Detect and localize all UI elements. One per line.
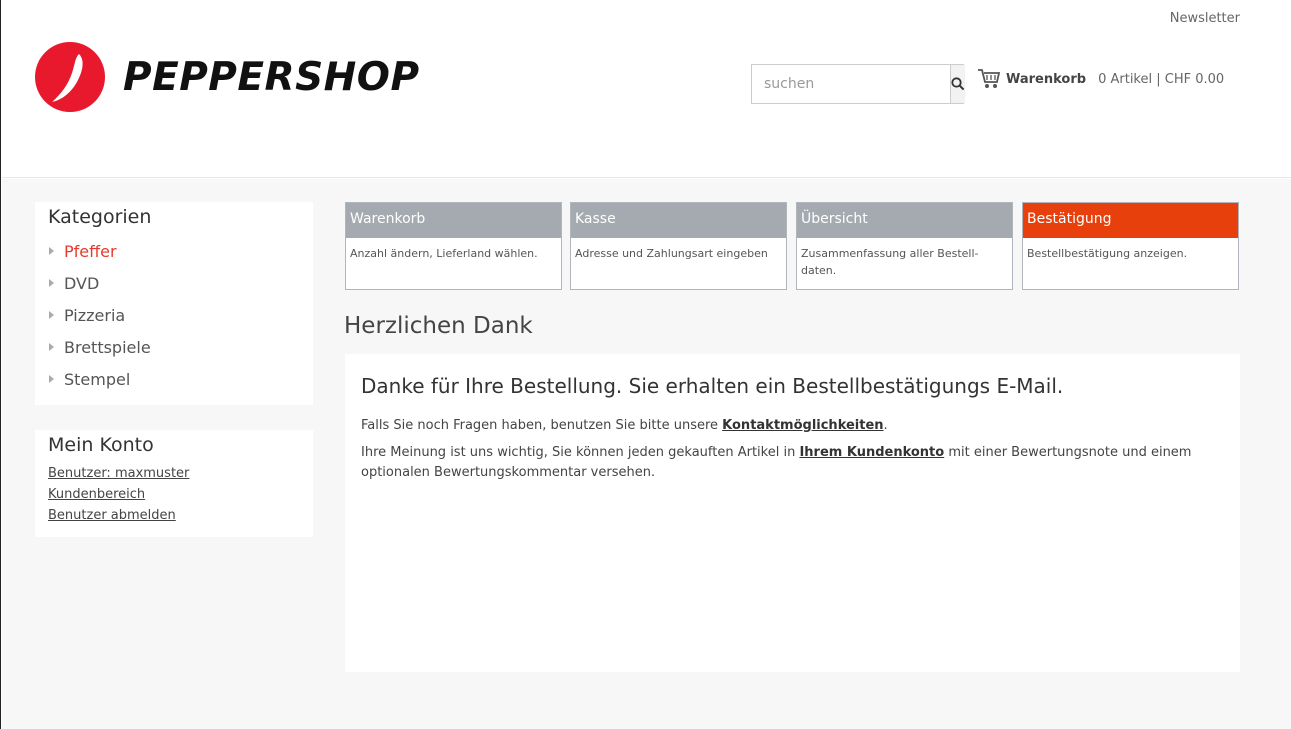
category-label: DVD bbox=[64, 273, 100, 293]
triangle-right-icon bbox=[49, 311, 54, 319]
review-text: Ihre Meinung ist uns wichtig, Sie können… bbox=[361, 445, 800, 460]
triangle-right-icon bbox=[49, 279, 54, 287]
step-warenkorb[interactable]: Warenkorb Anzahl ändern, Lieferland wähl… bbox=[345, 202, 562, 290]
logout-link[interactable]: Benutzer abmelden bbox=[48, 505, 300, 526]
site-header: Newsletter PEPPERSHOP suchen Warenkorb 0… bbox=[2, 0, 1291, 178]
shop-logo[interactable]: PEPPERSHOP bbox=[35, 42, 420, 112]
category-label: Pizzeria bbox=[64, 305, 126, 325]
contact-text-end: . bbox=[883, 418, 888, 433]
contact-paragraph: Falls Sie noch Fragen haben, benutzen Si… bbox=[361, 416, 1224, 436]
step-title: Kasse bbox=[571, 203, 786, 238]
contact-link[interactable]: Kontaktmöglichkeiten bbox=[722, 418, 883, 433]
category-item-pfeffer[interactable]: Pfeffer bbox=[48, 235, 300, 267]
page-title: Herzlichen Dank bbox=[344, 313, 533, 339]
step-bestaetigung: Bestätigung Bestellbestätigung anzeigen. bbox=[1022, 202, 1239, 290]
categories-box: Kategorien Pfeffer DVD Pizzeria Brettspi… bbox=[35, 202, 313, 405]
step-title: Bestätigung bbox=[1023, 203, 1238, 238]
categories-title: Kategorien bbox=[48, 206, 152, 228]
step-kasse[interactable]: Kasse Adresse und Zahlungsart eingeben bbox=[570, 202, 787, 290]
search-bar bbox=[751, 64, 965, 104]
step-description: Zusammenfassung aller Bestell-daten. bbox=[801, 247, 979, 277]
account-links: Benutzer: maxmuster Kundenbereich Benutz… bbox=[48, 463, 300, 526]
confirmation-heading: Danke für Ihre Bestellung. Sie erhalten … bbox=[361, 374, 1064, 398]
search-icon bbox=[951, 77, 965, 91]
account-title: Mein Konto bbox=[48, 434, 154, 456]
category-list: Pfeffer DVD Pizzeria Brettspiele Stempel bbox=[48, 235, 300, 395]
newsletter-link[interactable]: Newsletter bbox=[1170, 11, 1240, 26]
mini-cart[interactable]: Warenkorb 0 Artikel | CHF 0.00 bbox=[977, 68, 1224, 90]
step-description: Adresse und Zahlungsart eingeben bbox=[575, 247, 768, 260]
page-frame: Newsletter PEPPERSHOP suchen Warenkorb 0… bbox=[0, 0, 1291, 729]
category-label: Brettspiele bbox=[64, 337, 151, 357]
logo-text: PEPPERSHOP bbox=[123, 54, 420, 100]
triangle-right-icon bbox=[49, 375, 54, 383]
step-title: Warenkorb bbox=[346, 203, 561, 238]
step-description: Bestellbestätigung anzeigen. bbox=[1027, 247, 1188, 260]
step-description: Anzahl ändern, Lieferland wählen. bbox=[350, 247, 538, 260]
triangle-right-icon bbox=[49, 247, 54, 255]
cart-summary: 0 Artikel | CHF 0.00 bbox=[1098, 71, 1225, 87]
page-content: Kategorien Pfeffer DVD Pizzeria Brettspi… bbox=[2, 179, 1291, 729]
category-item-pizzeria[interactable]: Pizzeria bbox=[48, 299, 300, 331]
category-label: Stempel bbox=[64, 369, 131, 389]
customer-account-link[interactable]: Ihrem Kundenkonto bbox=[799, 445, 944, 460]
search-input[interactable] bbox=[752, 65, 950, 103]
cart-link[interactable]: Warenkorb bbox=[1006, 72, 1086, 87]
customer-area-link[interactable]: Kundenbereich bbox=[48, 484, 300, 505]
category-item-dvd[interactable]: DVD bbox=[48, 267, 300, 299]
pepper-logo-icon bbox=[35, 42, 105, 112]
category-item-stempel[interactable]: Stempel bbox=[48, 363, 300, 395]
review-paragraph: Ihre Meinung ist uns wichtig, Sie können… bbox=[361, 443, 1224, 483]
account-user-link[interactable]: Benutzer: maxmuster bbox=[48, 463, 300, 484]
step-title: Übersicht bbox=[797, 203, 1012, 238]
account-box: Mein Konto Benutzer: maxmuster Kundenber… bbox=[35, 430, 313, 537]
shopping-cart-icon bbox=[978, 69, 1001, 88]
category-item-brettspiele[interactable]: Brettspiele bbox=[48, 331, 300, 363]
step-uebersicht[interactable]: Übersicht Zusammenfassung aller Bestell-… bbox=[796, 202, 1013, 290]
contact-text: Falls Sie noch Fragen haben, benutzen Si… bbox=[361, 418, 723, 433]
category-label: Pfeffer bbox=[64, 241, 117, 261]
triangle-right-icon bbox=[49, 343, 54, 351]
search-button[interactable] bbox=[950, 65, 965, 103]
confirmation-box: Danke für Ihre Bestellung. Sie erhalten … bbox=[345, 354, 1240, 672]
